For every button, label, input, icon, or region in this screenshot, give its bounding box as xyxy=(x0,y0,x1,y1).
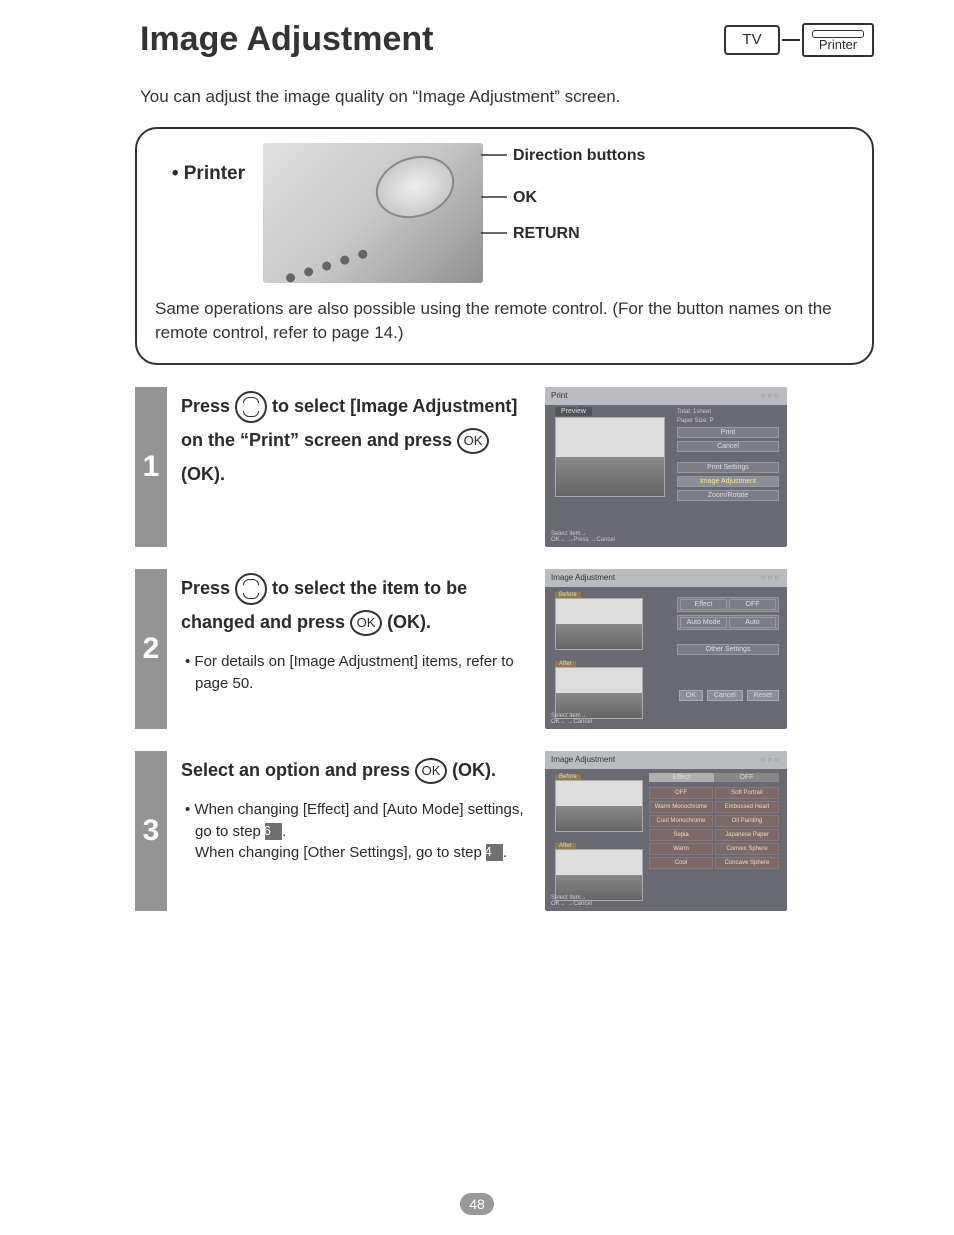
connector-line xyxy=(782,39,800,41)
ok-button-icon: OK xyxy=(415,758,447,784)
step-3-text: Select an option and press OK (OK). • Wh… xyxy=(181,751,531,911)
step-1: 1 Press to select [Image Adjustment] on … xyxy=(135,387,874,547)
step-3-screenshot: Image Adjustment○○○ Before After Effect … xyxy=(545,751,787,911)
callout-ok: OK xyxy=(513,189,537,207)
printer-photo xyxy=(263,143,483,283)
printer-callouts: Direction buttons OK RETURN xyxy=(501,143,701,283)
printer-bullet-label: • Printer xyxy=(155,163,245,185)
step-number-2: 2 xyxy=(135,569,167,729)
step-2-text: Press to select the item to be changed a… xyxy=(181,569,531,729)
printer-box: Printer xyxy=(802,23,874,57)
step-ref-icon: 4 xyxy=(486,844,503,861)
page-number: 48 xyxy=(460,1193,494,1215)
step-2-note: • For details on [Image Adjustment] item… xyxy=(181,651,531,695)
callout-return: RETURN xyxy=(513,225,580,243)
step-2-screenshot: Image Adjustment○○○ Before After EffectO… xyxy=(545,569,787,729)
step-number-3: 3 xyxy=(135,751,167,911)
callout-direction-buttons: Direction buttons xyxy=(513,147,645,165)
direction-button-icon xyxy=(235,573,267,605)
ok-button-icon: OK xyxy=(350,610,382,636)
page-title: Image Adjustment xyxy=(140,20,433,59)
step-2: 2 Press to select the item to be changed… xyxy=(135,569,874,729)
step-1-screenshot: Print○○○ Preview Total: 1sheet Paper Siz… xyxy=(545,387,787,547)
step-3: 3 Select an option and press OK (OK). • … xyxy=(135,751,874,911)
step-1-text: Press to select [Image Adjustment] on th… xyxy=(181,387,531,547)
step-3-note: • When changing [Effect] and [Auto Mode]… xyxy=(181,799,531,864)
tv-printer-diagram: TV Printer xyxy=(724,23,874,57)
step-ref-icon: 6 xyxy=(265,823,282,840)
ok-button-icon: OK xyxy=(457,428,489,454)
printer-note: Same operations are also possible using … xyxy=(155,297,854,345)
step-number-1: 1 xyxy=(135,387,167,547)
printer-panel: • Printer Direction buttons OK RETURN Sa… xyxy=(135,127,874,365)
intro-text: You can adjust the image quality on “Ima… xyxy=(140,87,874,107)
tv-box: TV xyxy=(724,25,780,55)
direction-button-icon xyxy=(235,391,267,423)
